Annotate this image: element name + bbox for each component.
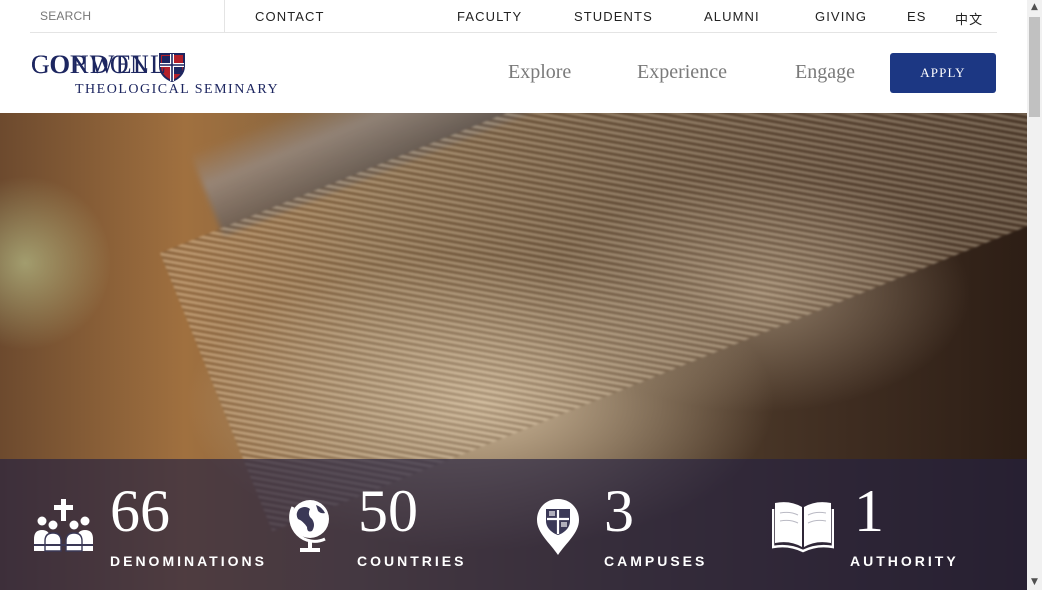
stats-band: 66 DENOMINATIONS 50 COUNTRIES 3 CAMPUSES… — [0, 459, 1027, 590]
scroll-down-arrow-icon[interactable]: ▼ — [1027, 575, 1042, 590]
stat-authority: 1 AUTHORITY — [772, 459, 1002, 590]
hero-light-glow — [0, 173, 110, 353]
stat-campuses: 3 CAMPUSES — [534, 459, 764, 590]
congregation-cross-icon — [34, 499, 93, 552]
utility-divider — [30, 32, 997, 33]
stat-label: CAMPUSES — [604, 553, 708, 569]
page: CONTACT FACULTY STUDENTS ALUMNI GIVING E… — [0, 0, 1027, 590]
stat-denominations: 66 DENOMINATIONS — [30, 459, 275, 590]
stat-number: 3 — [604, 478, 634, 544]
shield-location-pin-icon — [537, 499, 579, 555]
logo-word-conwell: CONWELL — [31, 50, 168, 79]
alumni-link[interactable]: ALUMNI — [704, 9, 760, 24]
open-book-icon — [772, 502, 834, 553]
page-scrollbar[interactable]: ▲ ▼ — [1027, 0, 1042, 590]
stat-number: 50 — [358, 478, 418, 544]
nav-engage[interactable]: Engage — [795, 61, 855, 84]
stat-label: COUNTRIES — [357, 553, 467, 569]
nav-explore[interactable]: Explore — [508, 61, 571, 84]
scroll-up-arrow-icon[interactable]: ▲ — [1027, 0, 1042, 15]
search-input[interactable] — [30, 0, 220, 32]
stat-label: AUTHORITY — [850, 553, 959, 569]
scrollbar-thumb[interactable] — [1029, 17, 1040, 117]
logo-subtitle: THEOLOGICAL SEMINARY — [75, 82, 280, 97]
giving-link[interactable]: GIVING — [815, 9, 867, 24]
stat-number: 1 — [854, 478, 884, 544]
apply-button[interactable]: APPLY — [890, 53, 996, 93]
stat-label: DENOMINATIONS — [110, 553, 267, 569]
stat-number: 66 — [110, 478, 170, 544]
faculty-link[interactable]: FACULTY — [457, 9, 522, 24]
globe-icon — [289, 500, 329, 552]
contact-link[interactable]: CONTACT — [255, 9, 325, 24]
chinese-language-link[interactable]: 中文 — [955, 9, 983, 28]
nav-experience[interactable]: Experience — [637, 61, 727, 84]
stat-countries: 50 COUNTRIES — [285, 459, 515, 590]
spanish-language-link[interactable]: ES — [907, 9, 927, 24]
site-logo[interactable]: GORDON CONWELL THEOLOGICAL SEMINARY — [31, 50, 321, 100]
search-box[interactable] — [30, 0, 225, 33]
hero-image: 66 DENOMINATIONS 50 COUNTRIES 3 CAMPUSES… — [0, 113, 1027, 590]
utility-bar: CONTACT FACULTY STUDENTS ALUMNI GIVING E… — [0, 0, 1027, 33]
students-link[interactable]: STUDENTS — [574, 9, 653, 24]
